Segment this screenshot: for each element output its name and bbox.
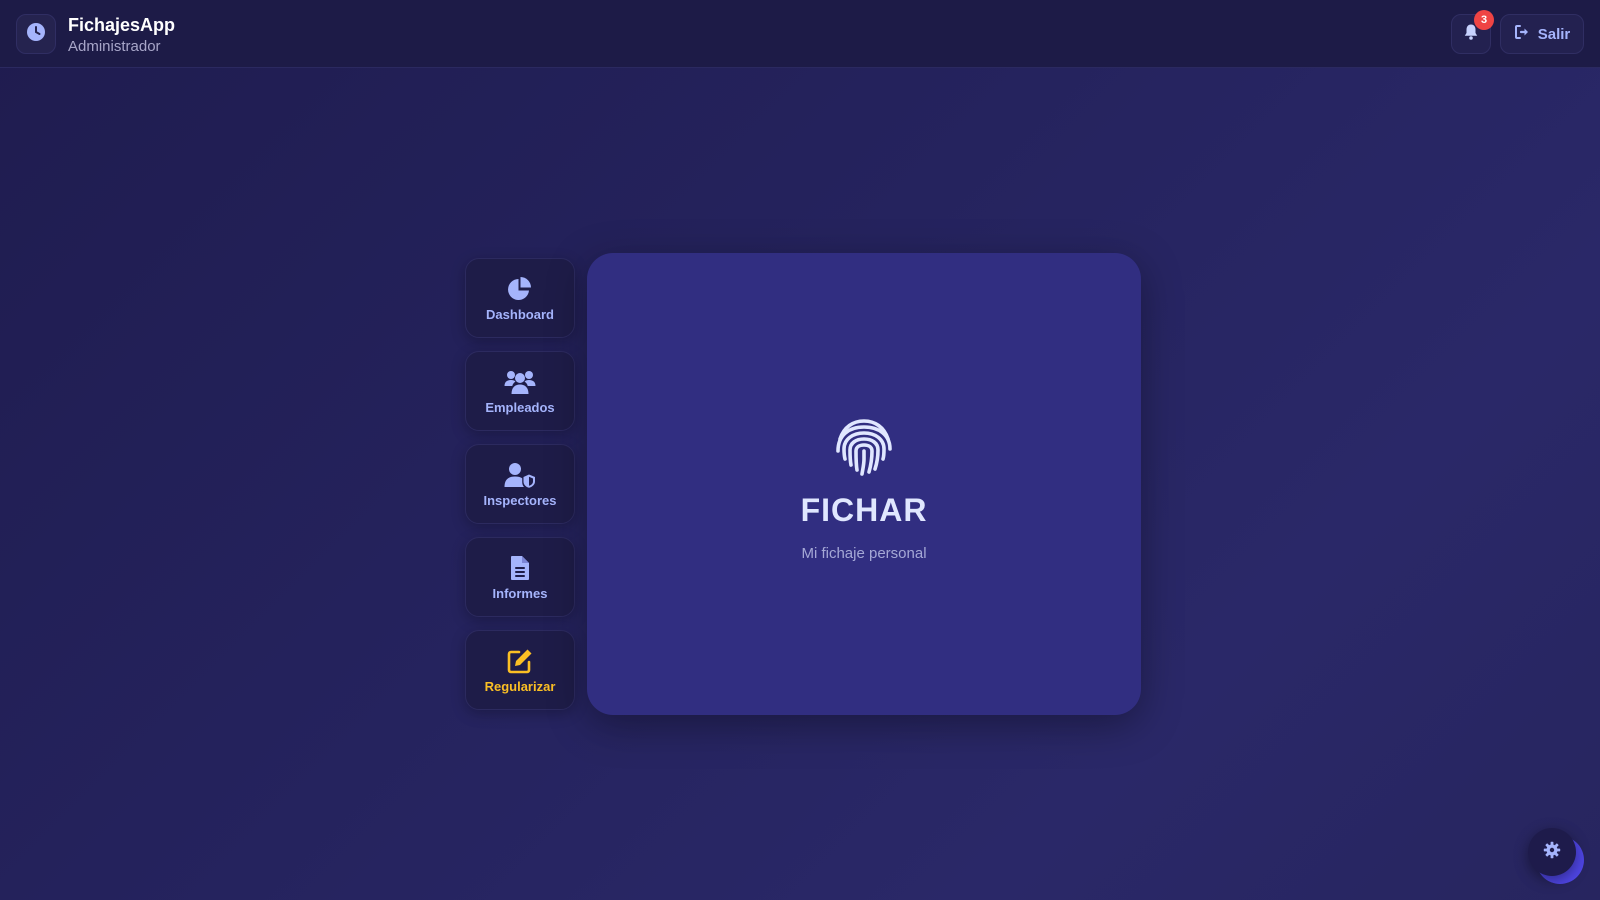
nav-label: Dashboard bbox=[486, 306, 554, 322]
card-subtitle: Mi fichaje personal bbox=[801, 544, 927, 562]
clock-icon bbox=[26, 22, 46, 47]
app-logo bbox=[16, 14, 56, 54]
notification-badge: 3 bbox=[1474, 10, 1494, 30]
nav-label: Inspectores bbox=[483, 492, 557, 508]
nav-item-reports[interactable]: Informes bbox=[465, 537, 575, 617]
side-nav: Dashboard Empleados Inspectores Informes… bbox=[465, 258, 575, 723]
logout-label: Salir bbox=[1537, 25, 1571, 43]
app-name: FichajesApp bbox=[68, 15, 176, 35]
nav-item-inspectors[interactable]: Inspectores bbox=[465, 444, 575, 524]
pie-chart-icon bbox=[507, 275, 533, 303]
nav-item-employees[interactable]: Empleados bbox=[465, 351, 575, 431]
nav-item-regularize[interactable]: Regularizar bbox=[465, 630, 575, 710]
gear-icon bbox=[1543, 841, 1561, 864]
settings-button[interactable] bbox=[1528, 828, 1576, 876]
edit-icon bbox=[506, 647, 534, 675]
file-alt-icon bbox=[510, 554, 530, 582]
top-bar: FichajesApp Administrador 3 Salir bbox=[0, 0, 1600, 68]
nav-label: Empleados bbox=[485, 399, 555, 415]
fingerprint-icon bbox=[832, 413, 896, 482]
nav-item-dashboard[interactable]: Dashboard bbox=[465, 258, 575, 338]
user-shield-icon bbox=[504, 461, 536, 489]
sign-out-icon bbox=[1514, 24, 1530, 44]
nav-label: Regularizar bbox=[484, 678, 556, 694]
logout-button[interactable]: Salir bbox=[1500, 14, 1584, 54]
card-title: FICHAR bbox=[800, 491, 928, 528]
brand: FichajesApp Administrador bbox=[68, 14, 175, 57]
user-role: Administrador bbox=[68, 38, 161, 55]
clock-in-card[interactable]: FICHAR Mi fichaje personal bbox=[587, 253, 1141, 715]
users-icon bbox=[504, 368, 536, 396]
nav-label: Informes bbox=[492, 585, 548, 601]
